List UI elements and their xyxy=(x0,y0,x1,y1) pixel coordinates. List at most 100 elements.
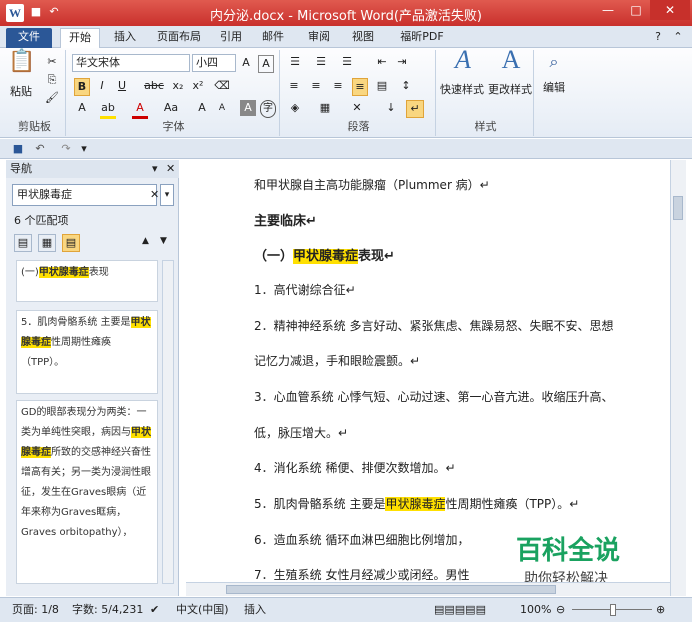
underline-button[interactable]: U xyxy=(114,78,130,94)
char-border-icon[interactable]: A xyxy=(258,55,274,73)
editing-group: ⌕ 编辑 xyxy=(536,50,572,136)
zoom-out-icon[interactable]: ⊖ xyxy=(556,599,565,621)
decrease-indent-icon[interactable]: ⇤ xyxy=(374,54,390,70)
paste-icon[interactable]: 📋 xyxy=(8,51,35,84)
font-name-box[interactable]: 华文宋体 xyxy=(72,54,190,72)
editing-button[interactable]: 编辑 xyxy=(538,80,570,96)
view-buttons-icon[interactable]: ▤▤▤▤▤ xyxy=(434,599,486,621)
nav-close-icon[interactable]: ✕ xyxy=(166,160,175,178)
doc-line: 1．高代谢综合征↵ xyxy=(254,283,356,297)
headings-view-icon[interactable]: ▤ xyxy=(14,234,32,252)
font-color-icon[interactable]: A xyxy=(132,100,148,119)
results-view-icon[interactable]: ▤ xyxy=(62,234,80,252)
superscript-button[interactable]: x² xyxy=(190,78,206,94)
insert-mode[interactable]: 插入 xyxy=(244,599,266,621)
tab-insert[interactable]: 插入 xyxy=(108,28,142,48)
vertical-scrollbar[interactable] xyxy=(670,160,686,596)
chinese-layout-icon[interactable]: ✕ xyxy=(348,100,366,116)
borders-icon[interactable]: ▦ xyxy=(316,100,334,116)
title-bar: W ■ ↶ 内分泌.docx - Microsoft Word(产品激活失败) … xyxy=(0,0,692,26)
tab-review[interactable]: 审阅 xyxy=(302,28,336,48)
nav-search-input[interactable]: 甲状腺毒症 xyxy=(12,184,157,206)
vertical-scroll-thumb[interactable] xyxy=(673,196,683,220)
search-options-icon[interactable]: ▾ xyxy=(160,184,174,206)
zoom-level[interactable]: 100% xyxy=(520,599,551,621)
distributed-icon[interactable]: ▤ xyxy=(374,78,390,94)
page-indicator[interactable]: 页面: 1/8 xyxy=(12,599,59,621)
tab-foxit-pdf[interactable]: 福昕PDF xyxy=(392,28,452,48)
horizontal-scroll-thumb[interactable] xyxy=(226,585,556,594)
word-count[interactable]: 字数: 5/4,231 xyxy=(72,599,143,621)
font-group: 华文宋体 小四 A A B I U abc x₂ x² ⌫ A ab A Aa … xyxy=(68,50,280,136)
tab-home[interactable]: 开始 xyxy=(60,28,100,48)
ribbon-collapse-icon[interactable]: ⌃ xyxy=(670,28,686,48)
increase-indent-icon[interactable]: ⇥ xyxy=(394,54,410,70)
numbering-icon[interactable]: ☰ xyxy=(312,54,330,70)
help-icon[interactable]: ? xyxy=(650,28,666,48)
result-item[interactable]: (一)甲状腺毒症表现 xyxy=(16,260,158,302)
multilevel-list-icon[interactable]: ☰ xyxy=(338,54,356,70)
grow-font-icon[interactable]: A xyxy=(238,55,254,71)
zoom-in-icon[interactable]: ⊕ xyxy=(656,599,665,621)
quick-styles-button[interactable]: 快速样式 xyxy=(438,82,486,98)
bullets-icon[interactable]: ☰ xyxy=(286,54,304,70)
char-shading-icon[interactable]: A xyxy=(240,100,256,116)
result-item[interactable]: GD的眼部表现分为两类：一类为单纯性突眼，病因与甲状腺毒症所致的交感神经兴奋性增… xyxy=(16,400,158,584)
tab-mailings[interactable]: 邮件 xyxy=(256,28,290,48)
zoom-slider-thumb[interactable] xyxy=(610,604,616,616)
sort-icon[interactable]: ↓ xyxy=(382,100,400,116)
align-center-icon[interactable]: ≡ xyxy=(308,78,324,94)
quick-styles-icon[interactable]: A xyxy=(446,47,480,73)
tab-page-layout[interactable]: 页面布局 xyxy=(150,28,208,48)
tab-view[interactable]: 视图 xyxy=(346,28,380,48)
pages-view-icon[interactable]: ▦ xyxy=(38,234,56,252)
minimize-button[interactable]: — xyxy=(594,0,622,20)
maximize-button[interactable]: □ xyxy=(622,0,650,20)
shading-icon[interactable]: ◈ xyxy=(286,100,304,116)
bold-button[interactable]: B xyxy=(74,78,90,96)
copy-icon[interactable]: ⎘ xyxy=(44,72,60,88)
proofing-icon[interactable]: ✔ xyxy=(150,599,159,621)
show-marks-icon[interactable]: ↵ xyxy=(406,100,424,118)
enclose-char-icon[interactable]: 字 xyxy=(260,100,276,118)
grow-font-button[interactable]: A xyxy=(194,100,210,116)
customize-qat-icon[interactable]: ▾ xyxy=(78,141,90,157)
clear-format-icon[interactable]: ⌫ xyxy=(214,78,230,94)
change-styles-button[interactable]: 更改样式 xyxy=(486,82,534,98)
shrink-font-button[interactable]: A xyxy=(214,100,230,116)
align-left-icon[interactable]: ≡ xyxy=(286,78,302,94)
next-result-icon[interactable]: ▼ xyxy=(160,236,167,246)
tab-file[interactable]: 文件 xyxy=(6,28,52,48)
line-spacing-icon[interactable]: ↕ xyxy=(398,78,414,94)
text-effect-icon[interactable]: A xyxy=(74,100,90,116)
nav-title: 导航 xyxy=(10,162,32,175)
nav-scrollbar[interactable] xyxy=(162,260,174,584)
redo-icon[interactable]: ↷ xyxy=(58,141,74,157)
paste-button[interactable]: 粘贴 xyxy=(6,84,36,100)
nav-menu-icon[interactable]: ▾ xyxy=(152,160,158,178)
close-button[interactable]: ✕ xyxy=(650,0,690,20)
status-bar: 页面: 1/8 字数: 5/4,231 ✔ 中文(中国) 插入 ▤▤▤▤▤ 10… xyxy=(0,597,692,622)
result-item[interactable]: 5．肌肉骨骼系统 主要是甲状腺毒症性周期性瘫痪（TPP）。 xyxy=(16,310,158,394)
prev-result-icon[interactable]: ▲ xyxy=(142,236,149,246)
italic-button[interactable]: I xyxy=(94,78,110,94)
justify-icon[interactable]: ≡ xyxy=(352,78,368,96)
strikethrough-button[interactable]: abc xyxy=(142,78,166,94)
styles-group: A 快速样式 A 更改样式 样式 xyxy=(438,47,534,136)
save-icon[interactable]: ■ xyxy=(10,141,26,157)
font-size-box[interactable]: 小四 xyxy=(192,54,236,72)
highlight-icon[interactable]: ab xyxy=(100,100,116,119)
cut-icon[interactable]: ✂ xyxy=(44,54,60,70)
align-right-icon[interactable]: ≡ xyxy=(330,78,346,94)
doc-line: 记忆力减退，手和眼睑震颤。↵ xyxy=(254,354,421,368)
find-binoculars-icon[interactable]: ⌕ xyxy=(542,54,566,70)
language-indicator[interactable]: 中文(中国) xyxy=(176,599,229,621)
change-case-icon[interactable]: Aa xyxy=(160,100,182,116)
horizontal-scrollbar[interactable] xyxy=(186,582,670,596)
doc-line: 7．生殖系统 女性月经减少或闭经。男性 xyxy=(254,568,470,582)
subscript-button[interactable]: x₂ xyxy=(170,78,186,94)
undo-icon[interactable]: ↶ xyxy=(32,141,48,157)
tab-references[interactable]: 引用 xyxy=(214,28,248,48)
change-styles-icon[interactable]: A xyxy=(494,47,528,73)
format-painter-icon[interactable]: 🖌 xyxy=(44,90,60,106)
